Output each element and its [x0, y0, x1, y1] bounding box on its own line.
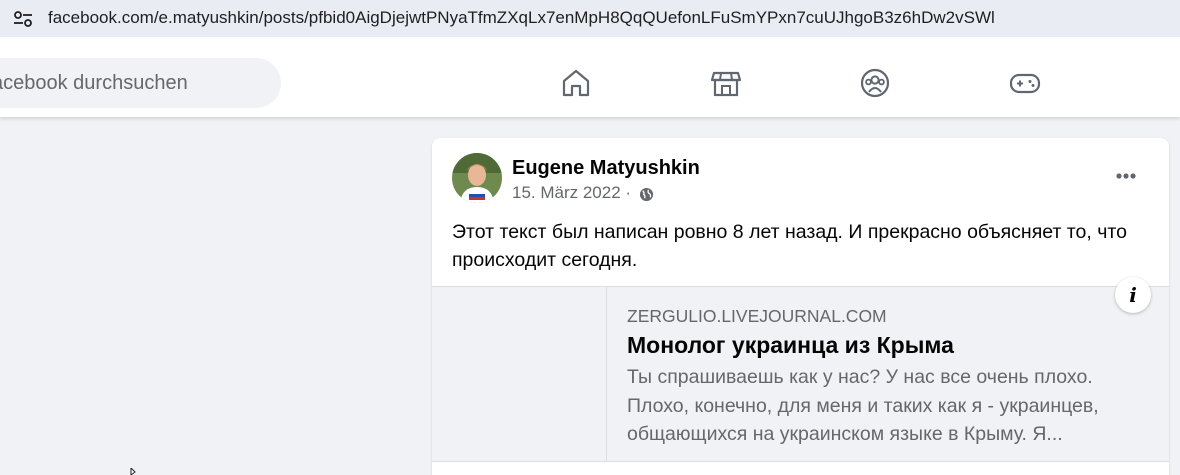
post-body-text: Этот текст был написан ровно 8 лет назад… — [452, 221, 1127, 271]
post-date[interactable]: 15. März 2022 · — [512, 183, 631, 203]
link-domain: ZERGULIO.LIVEJOURNAL.COM — [627, 306, 887, 326]
globe-icon — [639, 187, 654, 202]
link-description: Ты спрашиваешь как у нас? У нас все очен… — [627, 366, 1099, 445]
mouse-cursor — [130, 468, 136, 475]
author-name[interactable]: Eugene Matyushkin — [512, 156, 700, 180]
author-avatar[interactable] — [452, 153, 502, 203]
search-placeholder: acebook durchsuchen — [0, 72, 188, 94]
url-text[interactable]: facebook.com/e.matyushkin/posts/pfbid0Ai… — [48, 8, 995, 28]
avatar-photo — [452, 153, 502, 203]
link-preview[interactable]: ZERGULIO.LIVEJOURNAL.COM Монолог украинц… — [432, 286, 1169, 462]
omnibox[interactable]: facebook.com/e.matyushkin/posts/pfbid0Ai… — [0, 0, 1180, 37]
browser-address-bar: facebook.com/e.matyushkin/posts/pfbid0Ai… — [0, 0, 1180, 37]
ellipsis-icon — [1116, 173, 1136, 179]
tune-icon[interactable] — [12, 8, 34, 30]
post-card: Eugene Matyushkin 15. März 2022 · Этот т… — [432, 138, 1169, 475]
marketplace-icon[interactable] — [710, 67, 742, 99]
facebook-top-nav: acebook durchsuchen — [0, 47, 1180, 117]
toolbar-gap — [0, 37, 1180, 47]
more-options-button[interactable] — [1106, 158, 1146, 194]
groups-icon[interactable] — [859, 67, 891, 99]
info-icon: i — [1129, 283, 1137, 307]
info-button[interactable]: i — [1115, 277, 1151, 313]
gaming-icon[interactable] — [1009, 67, 1041, 99]
link-title[interactable]: Монолог украинца из Крыма — [627, 331, 954, 359]
link-thumbnail[interactable] — [432, 287, 607, 461]
home-icon[interactable] — [560, 67, 592, 99]
